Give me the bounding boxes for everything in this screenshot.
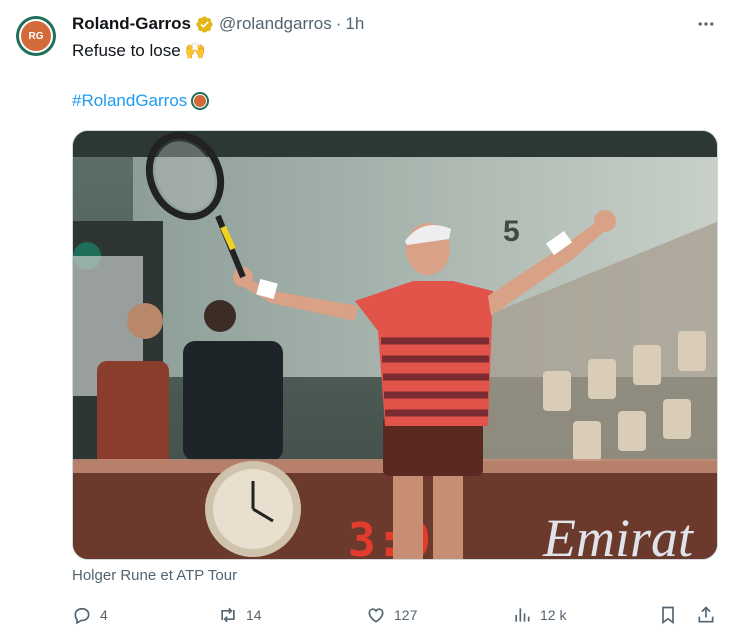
tweet-actions: 4 14 127 12 k xyxy=(72,600,718,630)
views-chart-icon xyxy=(515,608,530,622)
share-icon xyxy=(698,606,714,623)
raising-hands-emoji: 🙌 xyxy=(184,41,206,60)
tennis-player-photo: 5 3:9 Emirat xyxy=(73,131,717,560)
views-button[interactable]: 12 k xyxy=(512,600,566,630)
like-button[interactable]: 127 xyxy=(366,600,417,630)
share-button[interactable] xyxy=(696,600,716,630)
tweet-header: Roland-Garros @rolandgarros · 1h xyxy=(72,13,364,35)
heart-icon xyxy=(368,608,384,623)
reply-button[interactable]: 4 xyxy=(72,600,108,630)
separator-dot: · xyxy=(335,14,342,33)
repost-icon xyxy=(221,607,235,623)
tweet-photo[interactable]: 5 3:9 Emirat xyxy=(72,130,718,560)
tweet-text: Refuse to lose 🙌 xyxy=(72,40,206,62)
tweet-text-content: Refuse to lose xyxy=(72,41,181,60)
svg-text:5: 5 xyxy=(503,215,520,248)
hashtag-logo-icon xyxy=(191,92,210,110)
reply-count: 4 xyxy=(100,607,108,623)
account-name[interactable]: Roland-Garros xyxy=(72,14,191,34)
repost-button[interactable]: 14 xyxy=(218,600,262,630)
hashtag-line: #RolandGarros xyxy=(72,90,210,112)
repost-count: 14 xyxy=(246,607,262,623)
tweet-timestamp[interactable]: 1h xyxy=(345,14,364,34)
sponsor-text: Emirat xyxy=(542,508,695,560)
like-count: 127 xyxy=(394,607,418,623)
more-options-icon[interactable] xyxy=(694,12,718,36)
avatar[interactable]: RG xyxy=(16,16,56,56)
account-handle[interactable]: @rolandgarros xyxy=(219,14,332,34)
verified-badge-icon xyxy=(196,15,213,33)
bookmark-button[interactable] xyxy=(658,600,678,630)
roland-garros-logo-icon: RG xyxy=(19,19,53,53)
hashtag-link[interactable]: #RolandGarros xyxy=(72,90,187,112)
bookmark-icon xyxy=(662,606,674,625)
photo-tagged-caption[interactable]: Holger Rune et ATP Tour xyxy=(72,567,237,584)
views-count: 12 k xyxy=(540,607,567,623)
reply-icon xyxy=(74,607,90,625)
